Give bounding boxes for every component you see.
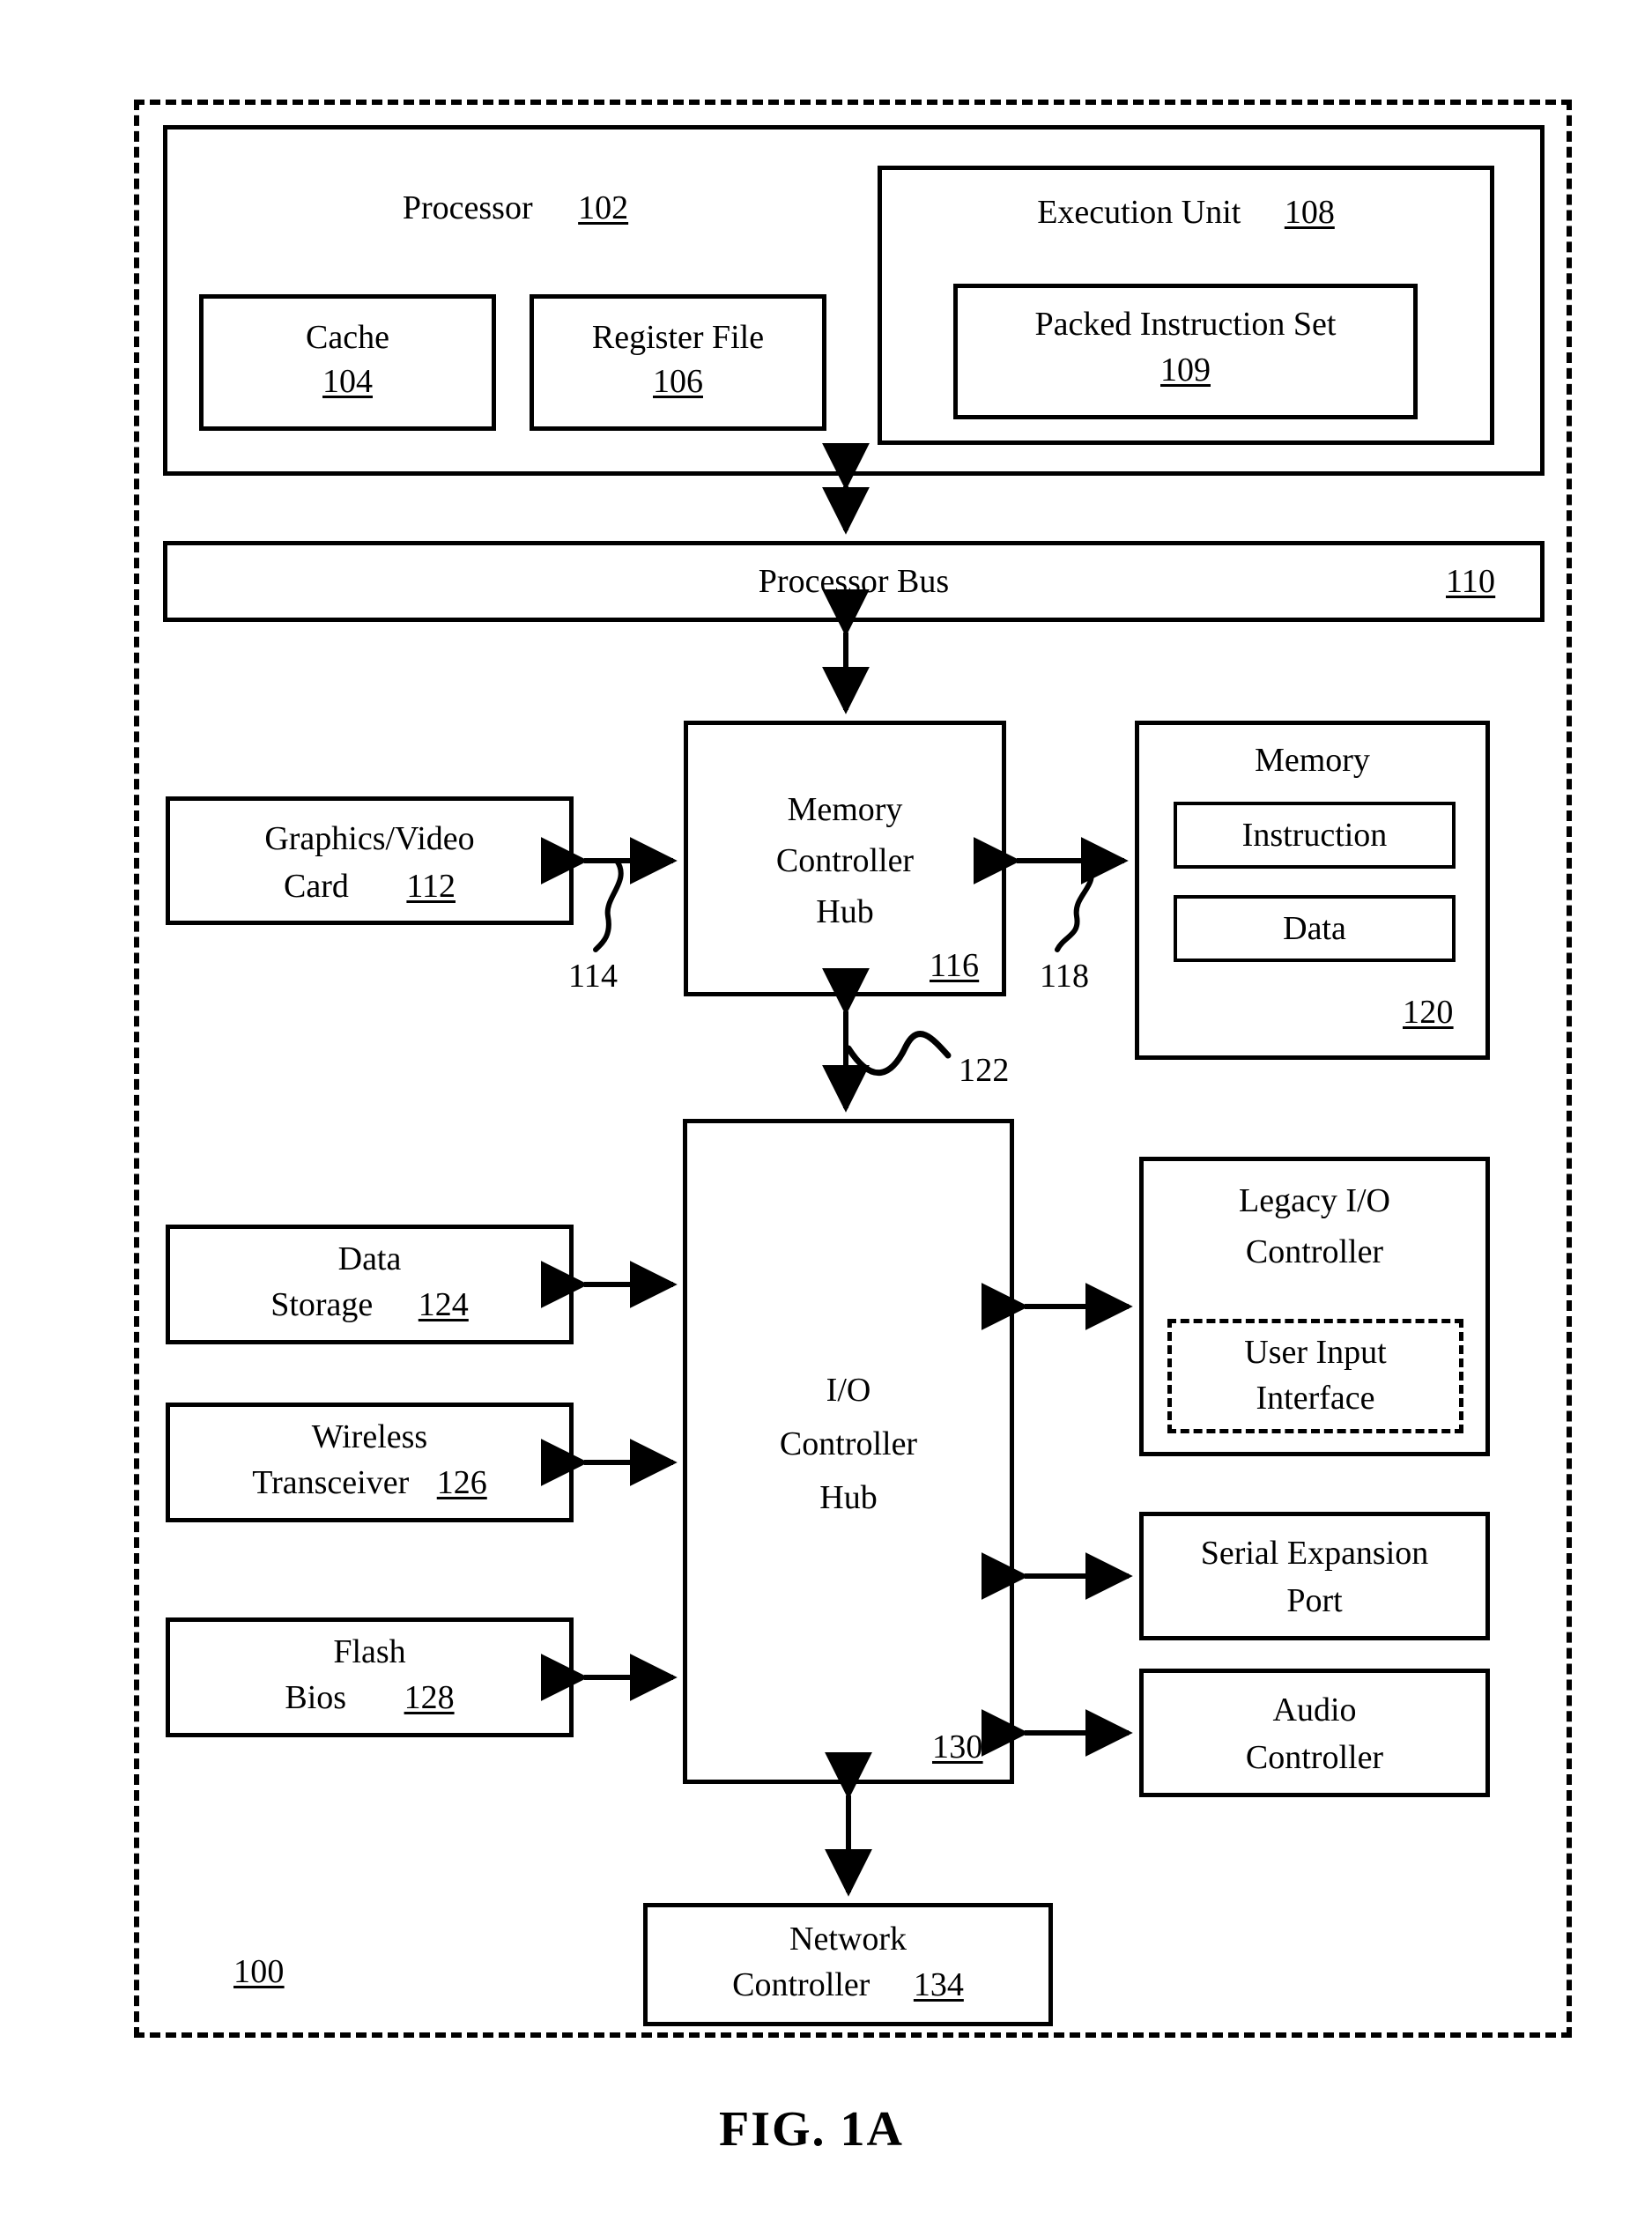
cache-ref: 104 [322, 363, 373, 400]
data-storage-ref: 124 [418, 1286, 469, 1323]
legacy-io-line2: Controller [1245, 1233, 1384, 1270]
mch-ref: 116 [930, 947, 980, 984]
figure-caption: FIG. 1A [719, 2102, 904, 2157]
serial-port-line2: Port [1286, 1582, 1343, 1619]
register-file-title: Register File [591, 319, 765, 356]
network-controller-line2: Controller [732, 1966, 870, 2003]
ioch-line3: Hub [819, 1479, 878, 1516]
processor-bus-title: Processor Bus [758, 563, 950, 600]
wireless-line2: Transceiver [252, 1464, 410, 1501]
connector-label-114: 114 [568, 958, 619, 995]
execution-unit-title-group: Execution Unit 108 [878, 192, 1494, 233]
packed-instruction-set-ref-wrap: 109 [953, 350, 1418, 390]
packed-instruction-set-title: Packed Instruction Set [1034, 306, 1337, 343]
network-controller-line2-group: Controller 134 [643, 1965, 1053, 2005]
graphics-card-ref: 112 [406, 868, 456, 905]
user-input-line1: User Input [1244, 1334, 1387, 1371]
memory-ref: 120 [1403, 994, 1454, 1031]
cache-ref-wrap: 104 [199, 361, 496, 402]
data-storage-line2-group: Storage 124 [166, 1284, 574, 1325]
wireless-line2-group: Transceiver 126 [166, 1462, 574, 1503]
memory-data-label: Data [1283, 910, 1346, 947]
wireless-ref: 126 [436, 1464, 487, 1501]
graphics-card-line1: Graphics/Video [264, 820, 475, 857]
register-file-ref-wrap: 106 [530, 361, 826, 402]
flash-line2: Bios [285, 1679, 347, 1716]
ioch-line2: Controller [779, 1425, 918, 1462]
data-storage-line1: Data [337, 1240, 402, 1277]
cache-title: Cache [306, 319, 389, 356]
mch-line3: Hub [816, 893, 874, 930]
memory-instruction-label: Instruction [1241, 817, 1388, 854]
packed-instruction-set-ref: 109 [1160, 352, 1211, 389]
mch-line1: Memory [787, 791, 903, 828]
legacy-io-line1: Legacy I/O [1239, 1182, 1390, 1219]
flash-line1: Flash [333, 1633, 406, 1670]
system-ref-100: 100 [233, 1953, 285, 1990]
network-controller-line1: Network [789, 1921, 907, 1958]
ioch-ref: 130 [932, 1728, 983, 1765]
audio-controller-line2: Controller [1245, 1739, 1384, 1776]
connector-label-122: 122 [959, 1052, 1010, 1089]
mch-line2: Controller [775, 842, 915, 879]
graphics-card-line2-group: Card 112 [166, 866, 574, 907]
flash-bios-ref: 128 [404, 1679, 455, 1716]
graphics-card-line2: Card [284, 868, 349, 905]
figure-1a-page: Processor 102 Cache 104 Register File 10… [0, 0, 1652, 2228]
user-input-line2: Interface [1256, 1380, 1375, 1417]
processor-title: Processor [402, 189, 533, 226]
register-file-ref: 106 [653, 363, 703, 400]
wireless-line1: Wireless [311, 1418, 428, 1455]
execution-unit-ref: 108 [1284, 194, 1335, 231]
connector-label-118: 118 [1040, 958, 1090, 995]
data-storage-line2: Storage [270, 1286, 374, 1323]
ioch-line1: I/O [826, 1372, 871, 1409]
flash-line2-group: Bios 128 [166, 1677, 574, 1718]
processor-bus-ref: 110 [1446, 563, 1496, 600]
processor-title-group: Processor 102 [163, 188, 868, 228]
memory-title: Memory [1255, 742, 1370, 779]
serial-port-line1: Serial Expansion [1200, 1535, 1429, 1572]
network-controller-ref: 134 [913, 1966, 964, 2003]
audio-controller-line1: Audio [1272, 1691, 1357, 1728]
execution-unit-title: Execution Unit [1037, 194, 1241, 231]
processor-ref: 102 [578, 189, 629, 226]
